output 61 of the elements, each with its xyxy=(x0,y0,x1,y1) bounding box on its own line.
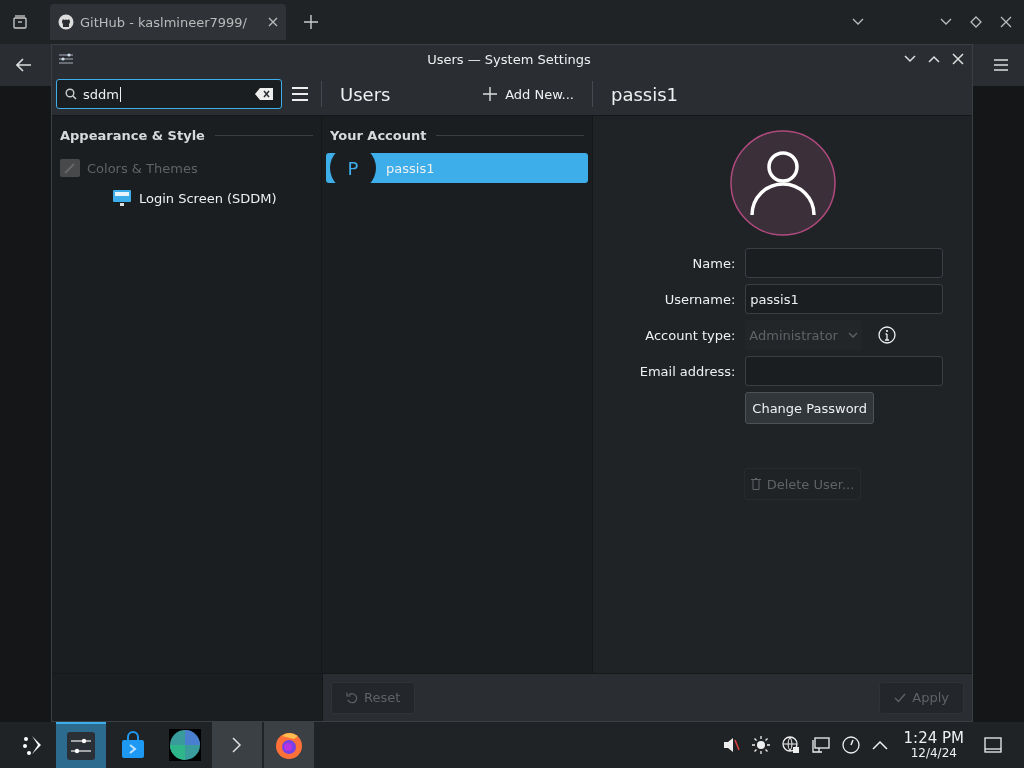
text-field[interactable]: passis1 xyxy=(745,284,944,314)
close-icon[interactable] xyxy=(268,17,278,27)
trash-icon xyxy=(750,478,761,490)
section-heading: Your Account xyxy=(330,128,427,143)
search-icon xyxy=(65,88,77,100)
minimize-icon[interactable] xyxy=(940,18,952,26)
show-desktop-icon[interactable] xyxy=(984,737,1002,753)
chevron-down-icon xyxy=(847,332,858,338)
shopping-bag-icon xyxy=(119,731,147,759)
page-title: passis1 xyxy=(611,83,679,105)
maximize-icon[interactable] xyxy=(970,16,982,28)
search-text: sddm xyxy=(83,86,121,102)
minimize-icon[interactable] xyxy=(904,55,916,63)
browser-tab[interactable]: GitHub - kaslmineer7999/ xyxy=(50,4,286,40)
maximize-icon[interactable] xyxy=(928,55,940,63)
menu-icon[interactable] xyxy=(994,59,1008,71)
close-icon[interactable] xyxy=(1000,16,1012,28)
palette-icon xyxy=(60,159,80,177)
new-tab-icon[interactable] xyxy=(304,15,318,29)
settings-app-icon xyxy=(58,53,74,65)
chevron-right-icon xyxy=(232,737,242,753)
search-field[interactable]: sddm xyxy=(56,79,282,109)
text-field[interactable] xyxy=(745,356,944,386)
clock-date[interactable]: 12/4/24 xyxy=(910,746,957,760)
user-avatar-icon[interactable] xyxy=(729,130,836,236)
clock-time[interactable]: 1:24 PM xyxy=(903,730,964,747)
firefox-icon xyxy=(274,730,304,760)
field-label: Email address: xyxy=(639,363,736,379)
clear-icon[interactable] xyxy=(255,88,273,100)
user-name: passis1 xyxy=(386,160,435,176)
section-heading: Appearance & Style xyxy=(60,128,205,143)
plus-icon xyxy=(483,87,498,101)
globe-icon xyxy=(169,729,201,761)
github-icon xyxy=(58,14,74,30)
close-icon[interactable] xyxy=(952,53,964,65)
tab-list-icon[interactable] xyxy=(12,14,28,30)
gauge-icon[interactable] xyxy=(841,736,860,754)
field-label: Account type: xyxy=(644,327,736,343)
taskbar-app[interactable] xyxy=(56,722,106,768)
monitor-icon[interactable] xyxy=(811,736,830,754)
field-label: Username: xyxy=(663,291,736,307)
change-password-button[interactable]: Change Password xyxy=(745,392,874,424)
chevron-up-icon[interactable] xyxy=(871,740,888,750)
check-icon xyxy=(894,692,907,703)
menu-icon[interactable] xyxy=(292,87,308,101)
tab-title: GitHub - kaslmineer7999/ xyxy=(80,14,248,30)
field-label: Name: xyxy=(691,255,736,271)
window-title: Users — System Settings xyxy=(426,51,591,67)
network-globe-icon[interactable] xyxy=(781,736,800,754)
chevron-down-icon[interactable] xyxy=(852,18,864,26)
taskbar-app[interactable] xyxy=(264,722,314,768)
speaker-muted-icon[interactable] xyxy=(721,736,740,754)
monitor-icon xyxy=(112,189,132,207)
add-new-button[interactable]: Add New... xyxy=(479,82,578,106)
page-title: Users xyxy=(340,83,391,105)
text-field[interactable] xyxy=(745,248,944,278)
undo-icon xyxy=(346,691,358,704)
back-icon[interactable] xyxy=(16,58,32,72)
info-icon[interactable] xyxy=(877,326,896,344)
brightness-icon[interactable] xyxy=(751,736,770,754)
sliders-icon xyxy=(67,732,95,760)
